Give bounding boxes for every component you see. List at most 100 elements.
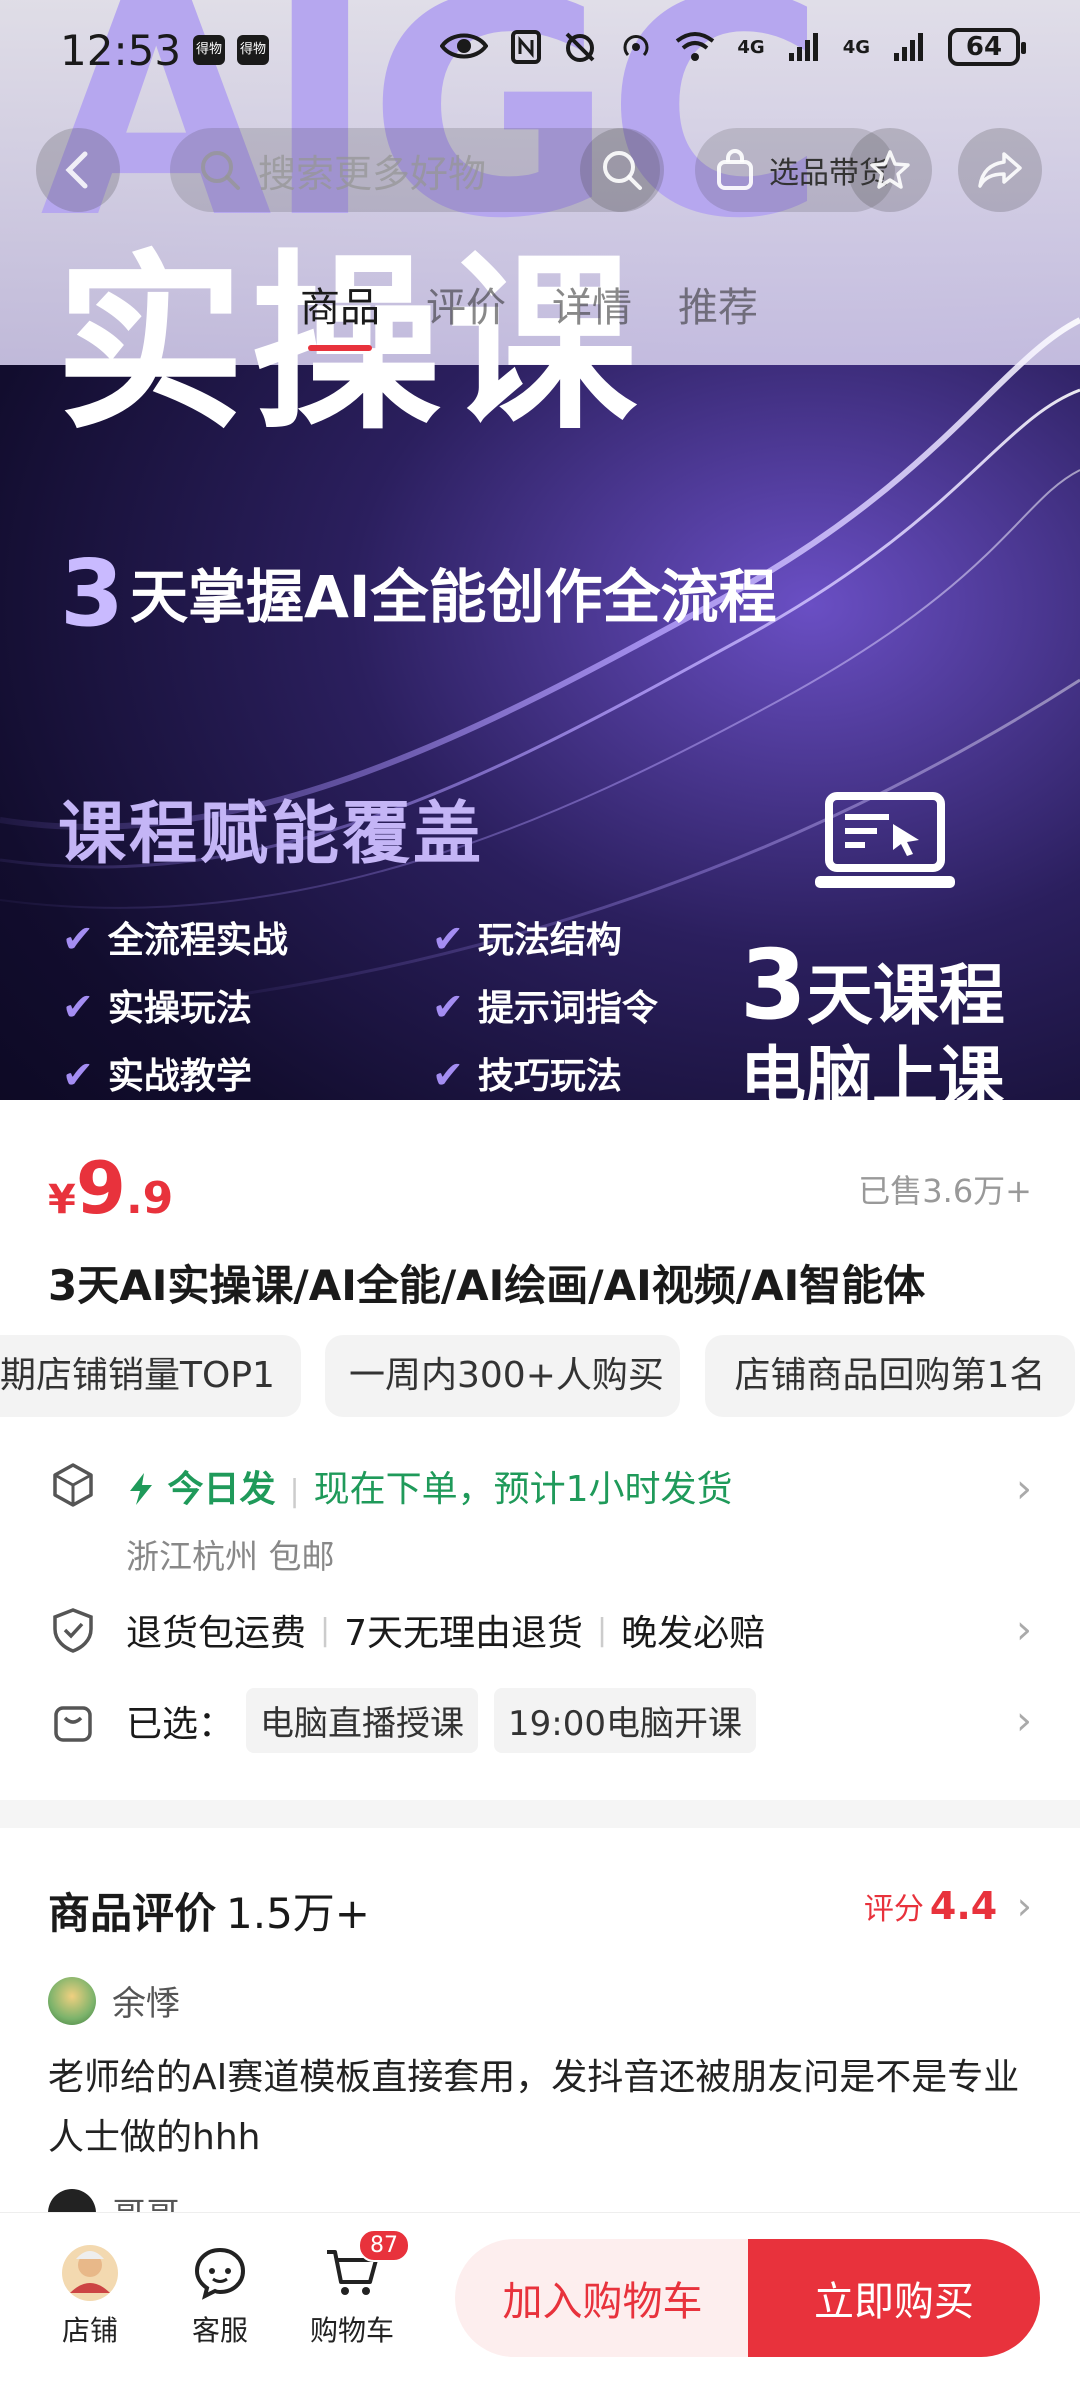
network-type-2: 4G <box>842 36 870 58</box>
bag-icon <box>717 149 753 190</box>
battery-indicator: 64 <box>948 28 1026 66</box>
star-icon <box>870 150 910 189</box>
check-icon: ✔ <box>432 917 464 961</box>
search-button[interactable] <box>580 128 664 212</box>
app-notification-icon: 得物 <box>237 35 270 65</box>
hero-subtitle-text: 天掌握AI全能创作全流程 <box>130 563 777 631</box>
store-avatar-icon <box>60 2243 120 2303</box>
store-button[interactable]: 店铺 <box>40 2243 140 2349</box>
customer-service-button[interactable]: 客服 <box>170 2243 270 2349</box>
check-icon: ✔ <box>432 1053 464 1097</box>
product-price: ¥9.9 <box>48 1146 173 1230</box>
chevron-left-icon <box>65 151 88 189</box>
share-icon <box>978 152 1022 188</box>
search-icon <box>603 151 642 190</box>
price-currency: ¥ <box>48 1177 76 1223</box>
signal-icon-2 <box>894 33 923 61</box>
status-bar: 12:53 得物 得物 4G 4G 64 <box>0 0 1080 100</box>
chevron-right-icon: › <box>1016 1884 1032 1928</box>
highlight-chips: 期店铺销量TOP1 一周内300+人购买 店铺商品回购第1名 <box>0 1335 1080 1417</box>
check-icon: ✔ <box>432 985 464 1029</box>
wifi-icon <box>676 32 715 61</box>
cart-button[interactable]: 87 购物车 <box>302 2229 410 2349</box>
feature-item: ✔ 实操玩法 <box>62 985 252 1029</box>
highlight-chip[interactable]: 一周内300+人购买 <box>325 1335 680 1417</box>
add-to-cart-button[interactable]: 加入购物车 <box>455 2239 750 2357</box>
top-nav-bar: 搜索更多好物 选品带货 <box>0 120 1080 220</box>
selected-options-row[interactable]: 已选： 电脑直播授课 19:00电脑开课 › <box>48 1688 1032 1753</box>
alarm-off-icon <box>565 32 595 62</box>
reviews-count: 1.5万+ <box>226 1889 371 1938</box>
hero-days-block: 3天课程 电脑上课 <box>740 930 1005 1100</box>
chevron-right-icon: › <box>1016 1697 1032 1744</box>
feature-item: ✔ 技巧玩法 <box>432 1053 622 1097</box>
highlight-chip[interactable]: 店铺商品回购第1名 <box>705 1335 1075 1417</box>
highlight-chip[interactable]: 期店铺销量TOP1 <box>0 1335 301 1417</box>
chat-icon <box>193 2243 247 2303</box>
guarantee-item: 7天无理由退货 <box>344 1613 584 1654</box>
check-icon: ✔ <box>62 1053 94 1097</box>
chevron-right-icon: › <box>1016 1607 1032 1653</box>
cart-count-badge: 87 <box>358 2229 410 2262</box>
product-page: AIGC 实操课 3 天掌握AI全能创作全流程 课程赋能覆盖 ✔ 全流程实战 ✔ 实操… <box>0 0 1080 2382</box>
selected-option-tag: 电脑直播授课 <box>246 1688 479 1753</box>
check-icon: ✔ <box>62 985 94 1029</box>
laptop-icon <box>815 792 955 888</box>
platform-text: 电脑上课 <box>740 1039 1004 1100</box>
review-author: 余悸 <box>48 1976 180 2025</box>
nfc-icon <box>511 30 542 64</box>
reviews-section[interactable]: 商品评价 1.5万+ 评分 4.4 › 余悸 老师给的AI赛道模板直接套用，发抖音还… <box>0 1828 1080 2237</box>
avatar <box>48 1976 96 2025</box>
feature-item: ✔ 实战教学 <box>62 1053 252 1097</box>
share-button[interactable] <box>958 128 1042 212</box>
reviews-title: 商品评价 1.5万+ <box>48 1889 371 1938</box>
guarantee-item: 晚发必赔 <box>621 1613 766 1654</box>
shield-check-icon <box>48 1605 98 1655</box>
price-integer: 9 <box>75 1146 126 1230</box>
hotspot-icon <box>623 35 649 57</box>
review-text: 老师给的AI赛道模板直接套用，发抖音还被朋友问是不是专业人士做的hhh <box>48 2057 1020 2158</box>
guarantee-row[interactable]: 退货包运费 | 7天无理由退货 | 晚发必赔 › <box>48 1604 1032 1656</box>
tab-details[interactable]: 详情 <box>552 275 632 333</box>
network-type: 4G <box>737 36 765 58</box>
signal-icon <box>788 33 818 61</box>
days-number: 3 <box>740 929 807 1041</box>
check-icon: ✔ <box>62 917 94 961</box>
review-score[interactable]: 评分 4.4 › <box>864 1884 1032 1928</box>
guarantee-item: 退货包运费 <box>126 1613 307 1654</box>
hero-subtitle: 3 天掌握AI全能创作全流程 <box>60 548 776 640</box>
cart-icon: 87 <box>324 2229 410 2303</box>
chevron-right-icon: › <box>1016 1466 1032 1512</box>
tab-reviews[interactable]: 评价 <box>426 275 506 333</box>
bottom-action-bar: 店铺 客服 87 购物车 加入购物车 立即购买 <box>0 2212 1080 2382</box>
section-tabs: 商品 评价 详情 推荐 <box>300 275 758 351</box>
bag-icon <box>48 1696 98 1746</box>
box-icon <box>48 1460 98 1510</box>
product-title: 3天AI实操课/AI全能/AI绘画/AI视频/AI智能体 <box>48 1261 926 1310</box>
ship-detail: 现在下单，预计1小时发货 <box>313 1469 733 1510</box>
feature-item: ✔ 玩法结构 <box>432 917 622 961</box>
tab-product[interactable]: 商品 <box>300 275 380 351</box>
status-icons: 4G 4G 64 <box>511 28 1026 66</box>
sold-count: 已售3.6万+ <box>858 1172 1032 1210</box>
eye-icon <box>440 33 488 59</box>
buy-now-button[interactable]: 立即购买 <box>748 2239 1040 2357</box>
selected-option-tag: 19:00电脑开课 <box>494 1688 756 1753</box>
hero-cover-title: 课程赋能覆盖 <box>58 795 485 874</box>
product-info-card: ¥9.9 已售3.6万+ 3天AI实操课/AI全能/AI绘画/AI视频/AI智能… <box>0 1100 1080 1800</box>
tab-recommend[interactable]: 推荐 <box>678 275 758 333</box>
score-value: 4.4 <box>929 1884 998 1928</box>
shipping-row[interactable]: 今日发 | 现在下单，预计1小时发货 浙江杭州 包邮 › <box>48 1460 1032 1578</box>
feature-item: ✔ 全流程实战 <box>62 917 288 961</box>
app-notification-icon: 得物 <box>193 35 226 65</box>
back-button[interactable] <box>36 128 120 212</box>
status-time: 12:53 <box>60 25 182 75</box>
lightning-icon <box>130 1473 152 1505</box>
selected-label: 已选： <box>126 1703 235 1745</box>
price-decimal: .9 <box>125 1173 174 1224</box>
hero-subtitle-number: 3 <box>60 540 125 647</box>
ship-today-label: 今日发 <box>167 1469 276 1510</box>
search-icon <box>201 151 240 190</box>
days-text: 天课程 <box>806 957 1005 1034</box>
favorite-button[interactable] <box>848 128 932 212</box>
